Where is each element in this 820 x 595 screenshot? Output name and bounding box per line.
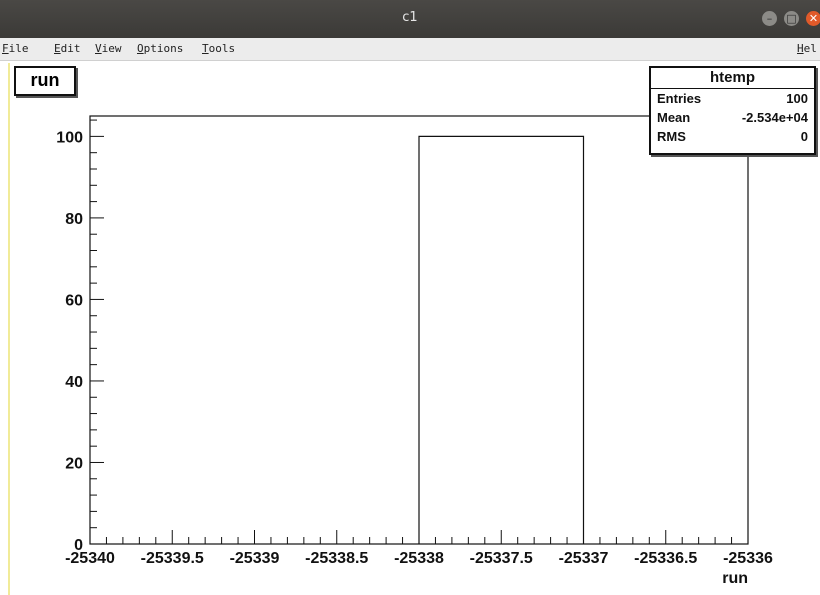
- histogram-bars: [418, 135, 585, 544]
- x-tick-label: -25336.5: [634, 550, 697, 567]
- y-tick-label: 80: [65, 211, 83, 228]
- x-tick-labels: -25340 -25339.5 -25339 -25338.5 -25338 -25337…: [65, 550, 773, 567]
- stats-row-mean: Mean -2.534e+04: [657, 110, 808, 125]
- y-tick-labels: 0 20 40 60 80 100: [56, 129, 83, 554]
- stats-title: htemp: [651, 68, 814, 89]
- y-tick-label: 60: [65, 292, 83, 309]
- x-tick-label: -25336: [723, 550, 773, 567]
- y-tick-label: 0: [74, 537, 83, 554]
- x-tick-label: -25339: [230, 550, 280, 567]
- x-tick-label: -25339.5: [141, 550, 204, 567]
- y-tick-label: 40: [65, 374, 83, 391]
- y-tick-label: 20: [65, 455, 83, 472]
- x-axis-label: run: [722, 570, 748, 587]
- x-tick-label: -25337.5: [470, 550, 533, 567]
- x-tick-label: -25337: [559, 550, 609, 567]
- stats-row-entries: Entries 100: [657, 91, 808, 106]
- x-tick-label: -25338.5: [305, 550, 368, 567]
- y-tick-label: 100: [56, 129, 83, 146]
- x-tick-label: -25340: [65, 550, 115, 567]
- stats-row-rms: RMS 0: [657, 129, 808, 144]
- histogram-bin-0: [418, 135, 585, 544]
- pad-title-box[interactable]: run: [14, 66, 76, 96]
- stats-box[interactable]: htemp Entries 100 Mean -2.534e+04 RMS 0: [649, 66, 816, 155]
- x-tick-label: -25338: [394, 550, 444, 567]
